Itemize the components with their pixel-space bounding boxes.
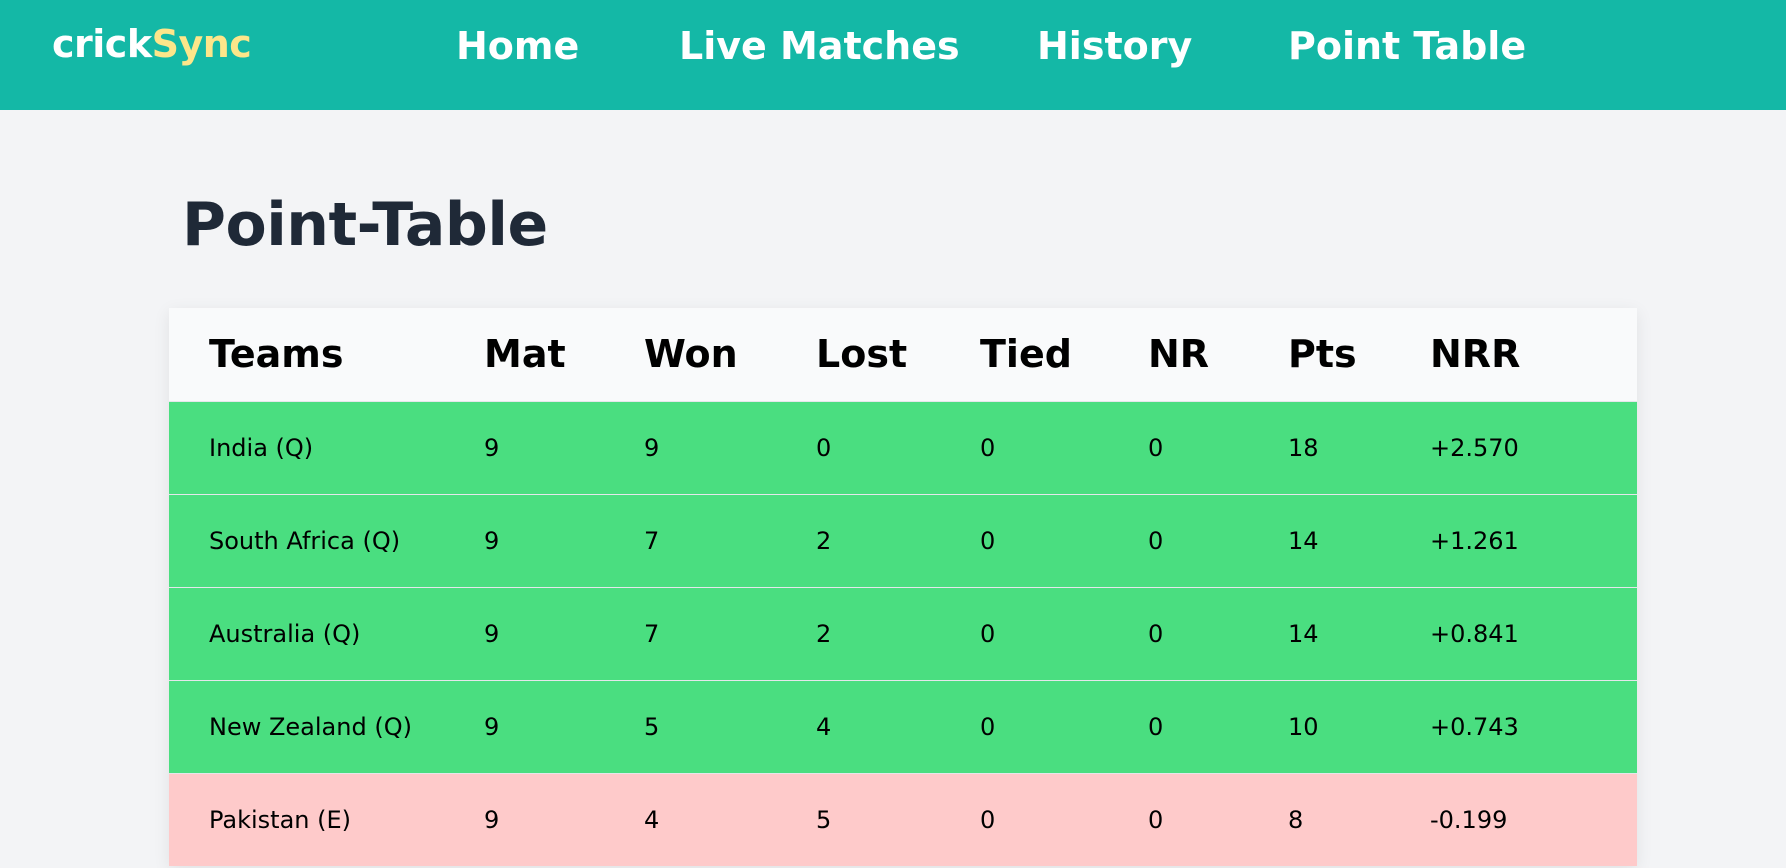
cell-pts: 14	[1288, 619, 1319, 648]
cell-lost: 4	[816, 712, 832, 741]
header-nrr: NRR	[1430, 332, 1521, 377]
cell-nr: 0	[1148, 433, 1164, 462]
cell-team: South Africa (Q)	[209, 526, 401, 555]
cell-mat: 9	[484, 805, 500, 834]
navbar: crickSync Home Live Matches History Poin…	[0, 0, 1786, 110]
cell-team: New Zealand (Q)	[209, 712, 412, 741]
cell-nrr: -0.199	[1430, 805, 1508, 834]
cell-nrr: +0.743	[1430, 712, 1519, 741]
cell-tied: 0	[980, 619, 996, 648]
header-teams: Teams	[209, 332, 344, 377]
cell-pts: 18	[1288, 433, 1319, 462]
cell-won: 7	[644, 619, 660, 648]
cell-team: Pakistan (E)	[209, 805, 352, 834]
nav-link-point-table[interactable]: Point Table	[1288, 24, 1526, 68]
logo[interactable]: crickSync	[52, 22, 252, 66]
cell-mat: 9	[484, 526, 500, 555]
cell-won: 4	[644, 805, 660, 834]
page-title: Point-Table	[182, 190, 548, 260]
cell-won: 5	[644, 712, 660, 741]
header-mat: Mat	[484, 332, 566, 377]
cell-nrr: +2.570	[1430, 433, 1519, 462]
nav-link-history[interactable]: History	[1037, 24, 1192, 68]
cell-mat: 9	[484, 619, 500, 648]
point-table: Teams Mat Won Lost Tied NR Pts NRR India…	[169, 308, 1637, 866]
header-lost: Lost	[816, 332, 908, 377]
cell-mat: 9	[484, 433, 500, 462]
table-header: Teams Mat Won Lost Tied NR Pts NRR	[169, 308, 1637, 401]
cell-tied: 0	[980, 805, 996, 834]
cell-won: 7	[644, 526, 660, 555]
cell-tied: 0	[980, 526, 996, 555]
cell-pts: 14	[1288, 526, 1319, 555]
logo-accent: Sync	[151, 22, 252, 66]
table-row: Australia (Q) 9 7 2 0 0 14 +0.841	[169, 587, 1637, 680]
cell-won: 9	[644, 433, 660, 462]
nav-link-live-matches[interactable]: Live Matches	[679, 24, 960, 68]
cell-pts: 8	[1288, 805, 1304, 834]
table-row: South Africa (Q) 9 7 2 0 0 14 +1.261	[169, 494, 1637, 587]
cell-nr: 0	[1148, 526, 1164, 555]
cell-nr: 0	[1148, 805, 1164, 834]
cell-tied: 0	[980, 712, 996, 741]
cell-nrr: +1.261	[1430, 526, 1519, 555]
cell-pts: 10	[1288, 712, 1319, 741]
header-tied: Tied	[980, 332, 1072, 377]
cell-lost: 5	[816, 805, 832, 834]
table-body: India (Q) 9 9 0 0 0 18 +2.570 South Afri…	[169, 401, 1637, 866]
cell-tied: 0	[980, 433, 996, 462]
cell-nrr: +0.841	[1430, 619, 1519, 648]
header-nr: NR	[1148, 332, 1210, 377]
header-won: Won	[644, 332, 738, 377]
cell-lost: 2	[816, 526, 832, 555]
header-pts: Pts	[1288, 332, 1357, 377]
table-header-row: Teams Mat Won Lost Tied NR Pts NRR	[169, 308, 1637, 401]
cell-team: India (Q)	[209, 433, 314, 462]
cell-lost: 0	[816, 433, 832, 462]
cell-team: Australia (Q)	[209, 619, 361, 648]
cell-nr: 0	[1148, 712, 1164, 741]
cell-mat: 9	[484, 712, 500, 741]
table-row: India (Q) 9 9 0 0 0 18 +2.570	[169, 401, 1637, 494]
cell-nr: 0	[1148, 619, 1164, 648]
table-row: New Zealand (Q) 9 5 4 0 0 10 +0.743	[169, 680, 1637, 773]
table-row: Pakistan (E) 9 4 5 0 0 8 -0.199	[169, 773, 1637, 866]
nav-link-home[interactable]: Home	[456, 24, 579, 68]
cell-lost: 2	[816, 619, 832, 648]
point-table-grid: Teams Mat Won Lost Tied NR Pts NRR India…	[169, 308, 1637, 866]
logo-main: crick	[52, 22, 152, 66]
